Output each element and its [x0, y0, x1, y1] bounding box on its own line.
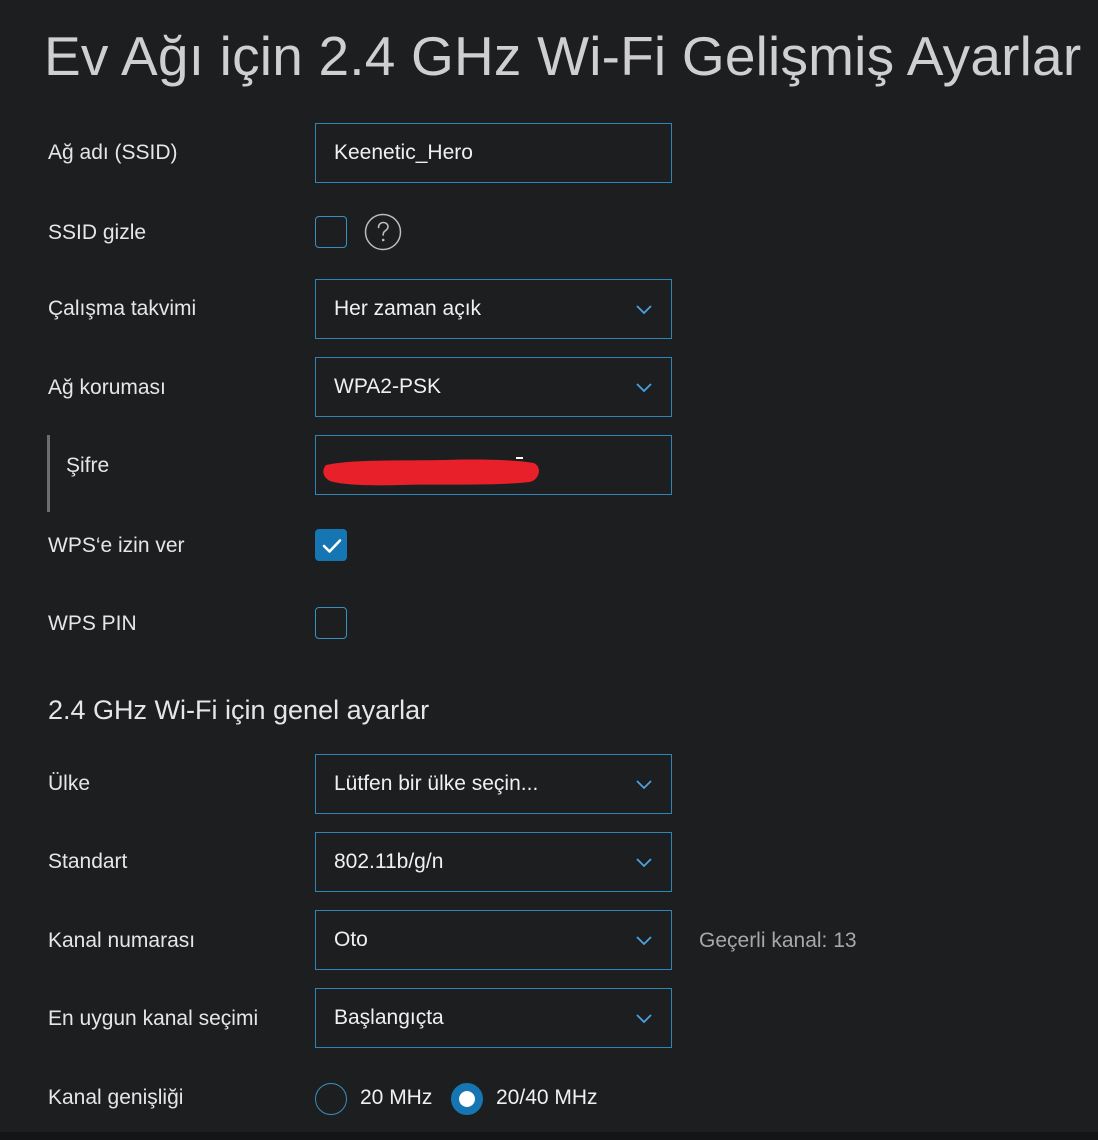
channel-select[interactable]: Oto: [315, 910, 672, 970]
channel-value: Oto: [334, 928, 368, 951]
chevron-down-icon: [636, 858, 652, 868]
bandwidth-2040-radio[interactable]: [451, 1083, 483, 1115]
redaction-mark: [323, 457, 539, 486]
chevron-down-icon: [636, 305, 652, 315]
country-label: Ülke: [48, 772, 91, 795]
optimal-channel-label: En uygun kanal seçimi: [48, 1007, 259, 1030]
schedule-select[interactable]: Her zaman açık: [315, 279, 672, 339]
wps-allow-checkbox[interactable]: [315, 529, 347, 561]
optimal-channel-select[interactable]: Başlangıçta: [315, 988, 672, 1048]
hide-ssid-checkbox[interactable]: [315, 216, 347, 248]
security-select[interactable]: WPA2-PSK: [315, 357, 672, 417]
schedule-value: Her zaman açık: [334, 297, 482, 320]
current-channel-note: Geçerli kanal: 13: [699, 929, 857, 952]
section-title: 2.4 GHz Wi-Fi için genel ayarlar: [48, 695, 430, 725]
standard-select[interactable]: 802.11b/g/n: [315, 832, 672, 892]
optimal-channel-value: Başlangıçta: [334, 1006, 444, 1029]
country-select[interactable]: Lütfen bir ülke seçin...: [315, 754, 672, 814]
chevron-down-icon: [636, 383, 652, 393]
wps-pin-checkbox[interactable]: [315, 607, 347, 639]
bottom-edge: [0, 1132, 1098, 1140]
bandwidth-2040-label[interactable]: 20/40 MHz: [496, 1086, 598, 1110]
chevron-down-icon: [636, 936, 652, 946]
password-label: Şifre: [66, 454, 110, 477]
standard-value: 802.11b/g/n: [334, 850, 444, 873]
security-value: WPA2-PSK: [334, 375, 441, 398]
ssid-label: Ağ adı (SSID): [48, 141, 178, 164]
chevron-down-icon: [636, 780, 652, 790]
chevron-down-icon: [636, 1014, 652, 1024]
channel-label: Kanal numarası: [48, 929, 196, 952]
standard-label: Standart: [48, 850, 128, 873]
ssid-value: Keenetic_Hero: [334, 141, 473, 164]
bandwidth-label: Kanal genişliği: [48, 1086, 184, 1109]
indent-bar: [47, 435, 50, 512]
ssid-input[interactable]: Keenetic_Hero: [315, 123, 672, 183]
hide-ssid-label: SSID gizle: [48, 221, 147, 244]
page-title: Ev Ağı için 2.4 GHz Wi-Fi Gelişmiş Ayarl…: [44, 25, 1082, 87]
security-label: Ağ koruması: [48, 376, 166, 399]
help-icon[interactable]: [364, 213, 402, 251]
wps-allow-label: WPS‘e izin ver: [48, 534, 185, 557]
bandwidth-20-label[interactable]: 20 MHz: [360, 1086, 432, 1110]
schedule-label: Çalışma takvimi: [48, 297, 197, 320]
check-icon: [322, 539, 342, 553]
country-value: Lütfen bir ülke seçin...: [334, 772, 539, 795]
wps-pin-label: WPS PIN: [48, 612, 137, 635]
bandwidth-20-radio[interactable]: [315, 1083, 347, 1115]
